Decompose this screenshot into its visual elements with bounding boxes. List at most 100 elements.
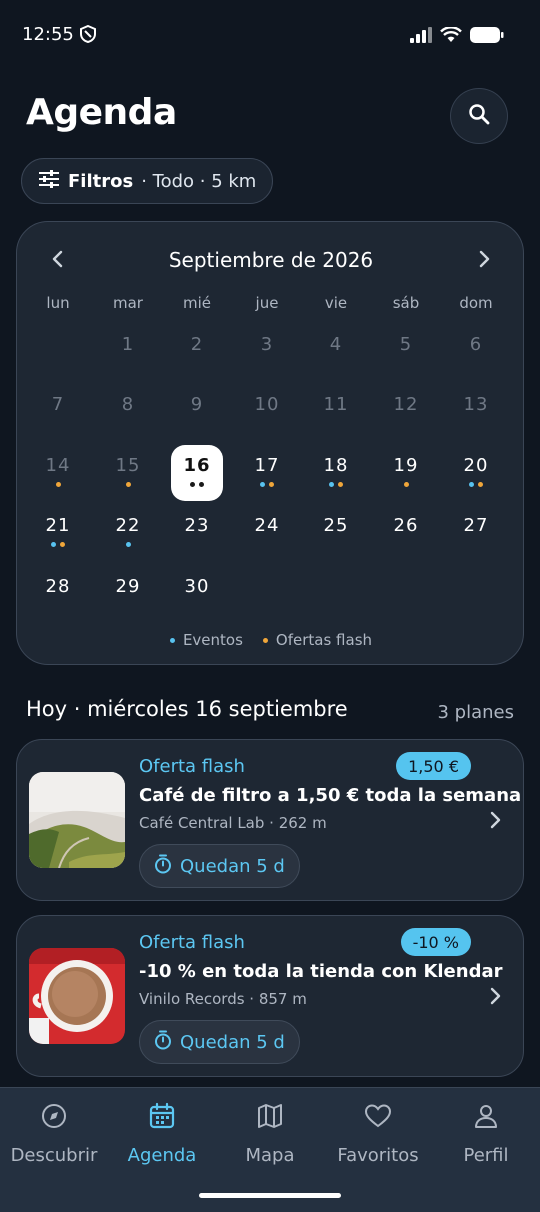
plan-tag: Oferta flash [139, 932, 245, 953]
chevron-right-icon[interactable] [473, 248, 495, 274]
today-dot-icon [199, 482, 204, 487]
page-title: Agenda [26, 92, 177, 133]
flash-dot-icon [262, 637, 268, 643]
calendar-day[interactable]: 17 [241, 445, 293, 501]
calendar-day[interactable]: 20 [450, 445, 502, 501]
day-dots [403, 482, 409, 488]
calendar-day[interactable]: 19 [380, 445, 432, 501]
day-dots [190, 482, 204, 488]
day-number: 30 [184, 576, 210, 597]
event-dot-icon [51, 542, 56, 547]
calendar-day[interactable]: 30 [171, 566, 223, 622]
calendar-day[interactable]: 25 [310, 505, 362, 561]
price-badge: 1,50 € [396, 752, 471, 780]
calendar-day[interactable]: 1 [102, 324, 154, 380]
plan-thumbnail-landscape [29, 772, 125, 868]
calendar-day-today[interactable]: 16 [171, 445, 223, 501]
plan-card[interactable]: Oferta flash 1,50 € Café de filtro a 1,5… [16, 739, 524, 901]
chevron-right-icon [487, 810, 503, 834]
plan-location: Café Central Lab · 262 m [139, 814, 327, 832]
calendar-day[interactable]: 12 [380, 384, 432, 440]
calendar-day[interactable]: 7 [32, 384, 84, 440]
calendar-day[interactable]: 6 [450, 324, 502, 380]
signal-icon [410, 27, 432, 47]
flash-dot-icon [60, 542, 65, 547]
calendar-day[interactable]: 26 [380, 505, 432, 561]
status-indicators [410, 26, 504, 48]
day-number: 27 [463, 515, 489, 536]
filters-button[interactable]: Filtros · Todo · 5 km [21, 158, 274, 204]
sliders-icon [38, 169, 60, 193]
calendar-day[interactable]: 10 [241, 384, 293, 440]
flash-dot-icon [403, 482, 409, 487]
day-dots [125, 542, 131, 548]
events-dot-icon [169, 637, 175, 643]
nav-item-favoritos[interactable]: Favoritos [328, 1102, 428, 1166]
nav-label: Mapa [245, 1145, 295, 1166]
day-number: 12 [393, 394, 419, 415]
stopwatch-icon [154, 1030, 172, 1055]
calendar-day[interactable]: 14 [32, 445, 84, 501]
day-dots [329, 482, 343, 488]
calendar-day[interactable]: 13 [450, 384, 502, 440]
nav-item-perfil[interactable]: Perfil [436, 1102, 536, 1166]
event-dot-icon [469, 482, 474, 487]
battery-icon [470, 26, 504, 48]
day-number: 13 [463, 394, 489, 415]
nav-item-descubrir[interactable]: Descubrir [4, 1102, 104, 1166]
day-number: 18 [323, 455, 349, 476]
plan-title: -10 % en toda la tienda con Klendar [139, 961, 503, 982]
heart-icon [364, 1102, 392, 1135]
calendar-month: Septiembre de 2026 [168, 248, 374, 272]
flash-dot-icon [269, 482, 274, 487]
day-number: 26 [393, 515, 419, 536]
weekday-label: jue [255, 294, 279, 312]
nav-item-mapa[interactable]: Mapa [220, 1102, 320, 1166]
plans-count: 3 planes [437, 702, 515, 723]
calendar-day[interactable]: 11 [310, 384, 362, 440]
calendar-day[interactable]: 9 [171, 384, 223, 440]
calendar-legend: Eventos Ofertas flash [17, 631, 525, 649]
day-number: 21 [45, 515, 71, 536]
calendar-day[interactable]: 23 [171, 505, 223, 561]
calendar-day[interactable]: 4 [310, 324, 362, 380]
calendar-day[interactable]: 28 [32, 566, 84, 622]
event-dot-icon [329, 482, 334, 487]
home-indicator[interactable] [199, 1193, 341, 1198]
nav-item-agenda[interactable]: Agenda [112, 1102, 212, 1166]
day-dots [260, 482, 274, 488]
status-time: 12:55 [22, 24, 74, 45]
shield-icon [80, 24, 96, 47]
calendar-day[interactable]: 27 [450, 505, 502, 561]
calendar-day[interactable]: 18 [310, 445, 362, 501]
calendar-day[interactable]: 5 [380, 324, 432, 380]
discount-badge: -10 % [400, 928, 471, 956]
user-icon [472, 1102, 500, 1135]
calendar-day[interactable]: 29 [102, 566, 154, 622]
flash-dot-icon [338, 482, 343, 487]
calendar-day[interactable]: 8 [102, 384, 154, 440]
map-icon [256, 1102, 284, 1135]
day-number: 5 [399, 334, 413, 355]
time-left-badge: Quedan 5 d [139, 1020, 300, 1064]
filters-label: Filtros [68, 170, 134, 192]
weekday-label: vie [324, 294, 348, 312]
calendar-day[interactable]: 24 [241, 505, 293, 561]
chevron-right-icon [487, 986, 503, 1010]
day-number: 9 [190, 394, 204, 415]
calendar-day[interactable]: 21 [32, 505, 84, 561]
plan-card[interactable]: Oferta flash -10 % -10 % en toda la tien… [16, 915, 524, 1077]
calendar-day[interactable]: 15 [102, 445, 154, 501]
calendar-day[interactable]: 2 [171, 324, 223, 380]
calendar-day[interactable]: 3 [241, 324, 293, 380]
day-number: 8 [121, 394, 135, 415]
day-dots [125, 482, 131, 488]
day-number: 29 [115, 576, 141, 597]
wifi-icon [440, 26, 462, 47]
calendar-day[interactable]: 22 [102, 505, 154, 561]
flash-dot-icon [125, 482, 131, 487]
plan-title: Café de filtro a 1,50 € toda la semana [139, 785, 522, 806]
weekday-label: sáb [392, 294, 420, 312]
search-button[interactable] [450, 88, 508, 144]
day-number: 2 [190, 334, 204, 355]
